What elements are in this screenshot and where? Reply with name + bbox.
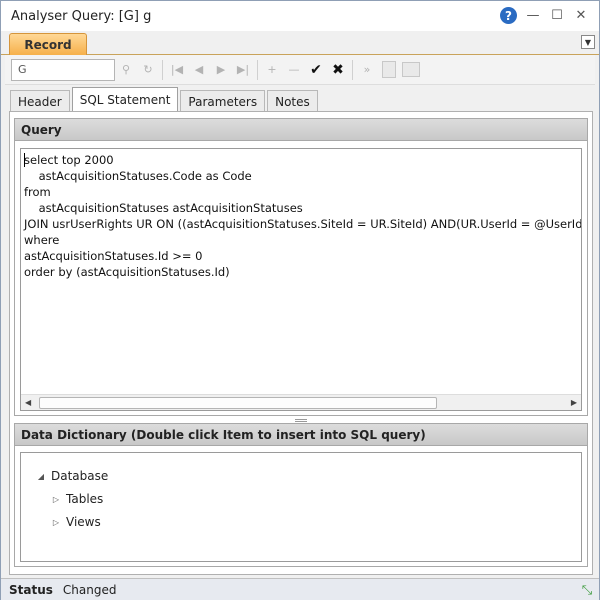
tab-notes[interactable]: Notes	[267, 90, 318, 112]
minimize-icon[interactable]: —	[525, 8, 541, 24]
sql-line: JOIN usrUserRights UR ON ((astAcquisitio…	[24, 217, 582, 231]
data-dictionary-title: Data Dictionary (Double click Item to in…	[15, 424, 587, 446]
query-panel-title: Query	[15, 119, 587, 141]
previous-record-icon[interactable]: ◀	[188, 59, 210, 81]
status-bar: Status Changed ⤡	[1, 578, 599, 600]
add-record-icon[interactable]: +	[261, 59, 283, 81]
sql-line: astAcquisitionStatuses astAcquisitionSta…	[24, 201, 303, 215]
toolbar-divider	[162, 59, 163, 80]
query-panel: Query select top 2000 astAcquisitionStat…	[14, 118, 588, 416]
remove-record-icon[interactable]: —	[283, 59, 305, 81]
tree-item-database[interactable]: ◢ Database	[35, 469, 108, 483]
data-dictionary-panel: Data Dictionary (Double click Item to in…	[14, 423, 588, 567]
maximize-icon[interactable]: ☐	[549, 8, 565, 24]
forward-icon[interactable]: »	[356, 59, 378, 81]
collapse-triangle-icon[interactable]: ◢	[35, 472, 47, 481]
close-icon[interactable]: ✕	[573, 8, 589, 24]
ribbon-strip: Record ▼	[1, 31, 599, 55]
tree-item-label: Database	[51, 469, 109, 483]
text-caret	[24, 153, 25, 167]
first-record-icon[interactable]: |◀	[166, 59, 188, 81]
expand-triangle-icon[interactable]: ▷	[50, 518, 62, 527]
scroll-right-icon[interactable]: ▶	[571, 398, 577, 407]
ribbon-tab-record[interactable]: Record	[9, 33, 87, 55]
sql-line: where	[24, 233, 60, 247]
last-record-icon[interactable]: ▶|	[232, 59, 254, 81]
title-bar: Analyser Query: [G] g ? — ☐ ✕	[1, 1, 599, 31]
tree-item-label: Views	[66, 515, 101, 529]
tab-header[interactable]: Header	[10, 90, 70, 112]
refresh-icon[interactable]: ↻	[137, 59, 159, 81]
resize-grip-icon[interactable]: ⤡	[579, 582, 595, 598]
sql-line: astAcquisitionStatuses.Code as Code	[24, 169, 252, 183]
next-record-icon[interactable]: ▶	[210, 59, 232, 81]
help-icon[interactable]: ?	[500, 7, 517, 24]
window-icon[interactable]	[400, 59, 422, 81]
confirm-checkmark-icon[interactable]: ✔	[305, 59, 327, 81]
window-title: Analyser Query: [G] g	[11, 8, 152, 24]
sql-text[interactable]: select top 2000 astAcquisitionStatuses.C…	[24, 152, 582, 280]
toolbar-divider	[352, 59, 353, 80]
search-icon[interactable]: ⚲	[115, 59, 137, 81]
status-value: Changed	[62, 582, 117, 597]
tab-strip: Header SQL Statement Parameters Notes	[10, 87, 320, 112]
ribbon-menu-chevron-icon[interactable]: ▼	[581, 35, 595, 49]
tree-item-label: Tables	[66, 492, 104, 506]
dictionary-tree: ◢ Database ▷ Tables ▷ Views	[20, 452, 582, 562]
horizontal-scrollbar[interactable]: ◀ ▶	[21, 394, 581, 410]
document-icon[interactable]	[378, 59, 400, 81]
tab-parameters[interactable]: Parameters	[180, 90, 266, 112]
status-label: Status	[9, 582, 53, 597]
scrollbar-thumb[interactable]	[39, 397, 437, 409]
sql-line: astAcquisitionStatuses.Id >= 0	[24, 249, 203, 263]
sql-line: order by (astAcquisitionStatuses.Id)	[24, 265, 230, 279]
scroll-left-icon[interactable]: ◀	[25, 398, 31, 407]
tree-item-tables[interactable]: ▷ Tables	[50, 492, 103, 506]
tree-item-views[interactable]: ▷ Views	[50, 515, 101, 529]
record-toolbar: G ⚲ ↻ |◀ ◀ ▶ ▶| + — ✔ ✖ »	[5, 55, 595, 85]
analyser-query-window: Analyser Query: [G] g ? — ☐ ✕ Record ▼ G…	[0, 0, 600, 600]
cancel-x-icon[interactable]: ✖	[327, 59, 349, 81]
sql-editor[interactable]: select top 2000 astAcquisitionStatuses.C…	[20, 148, 582, 411]
toolbar-divider	[257, 59, 258, 80]
search-input[interactable]: G	[11, 58, 115, 81]
panel-splitter[interactable]	[295, 419, 307, 422]
window-controls: ? — ☐ ✕	[500, 7, 589, 24]
sql-line: select top 2000	[24, 153, 114, 167]
expand-triangle-icon[interactable]: ▷	[50, 495, 62, 504]
tab-sql-statement[interactable]: SQL Statement	[71, 87, 179, 112]
sql-line: from	[24, 185, 51, 199]
